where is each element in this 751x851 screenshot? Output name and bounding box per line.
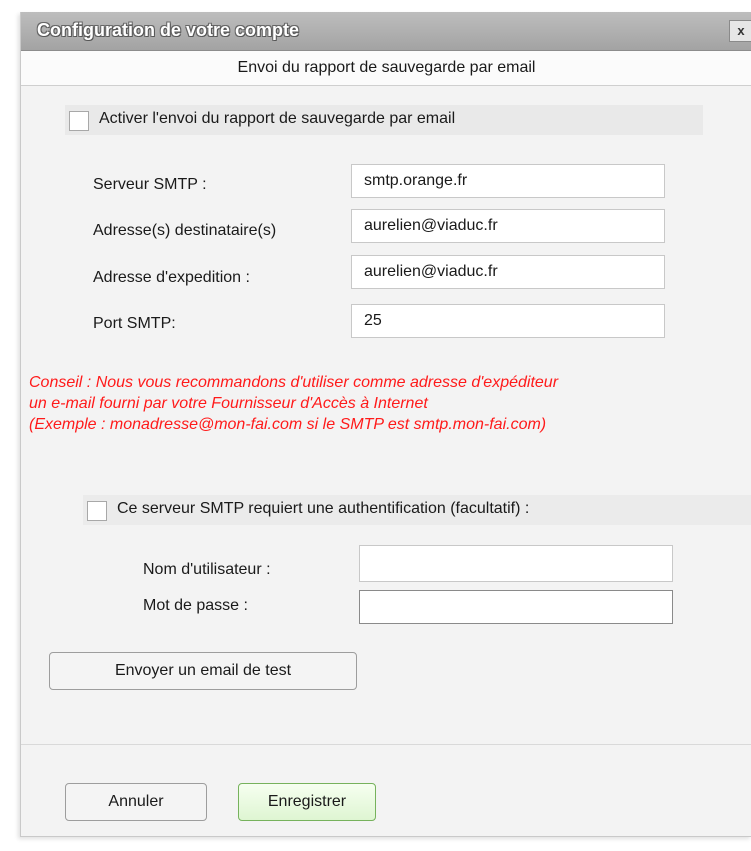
dialog-title: Configuration de votre compte bbox=[37, 20, 300, 40]
smtp-server-input[interactable] bbox=[351, 164, 665, 198]
port-input[interactable] bbox=[351, 304, 665, 338]
recipients-input[interactable] bbox=[351, 209, 665, 243]
smtp-server-label: Serveur SMTP : bbox=[93, 176, 207, 193]
account-config-dialog: Configuration de votre compte x Envoi du… bbox=[20, 12, 751, 837]
cancel-button[interactable]: Annuler bbox=[65, 783, 207, 821]
sender-input[interactable] bbox=[351, 255, 665, 289]
username-input[interactable] bbox=[359, 545, 673, 582]
smtp-advice: Conseil : Nous vous recommandons d'utili… bbox=[29, 372, 749, 435]
activate-report-row: Activer l'envoi du rapport de sauvegarde… bbox=[65, 105, 703, 135]
recipients-label: Adresse(s) destinataire(s) bbox=[93, 222, 277, 239]
advice-line: Conseil : Nous vous recommandons d'utili… bbox=[29, 374, 559, 391]
close-icon: x bbox=[737, 23, 745, 38]
footer-divider bbox=[21, 744, 751, 745]
save-button[interactable]: Enregistrer bbox=[238, 783, 376, 821]
password-label: Mot de passe : bbox=[143, 597, 248, 614]
activate-report-checkbox[interactable] bbox=[69, 111, 89, 131]
section-header: Envoi du rapport de sauvegarde par email bbox=[21, 51, 751, 86]
advice-line: un e-mail fourni par votre Fournisseur d… bbox=[29, 395, 428, 412]
send-test-email-button[interactable]: Envoyer un email de test bbox=[49, 652, 357, 690]
username-label: Nom d'utilisateur : bbox=[143, 561, 271, 578]
auth-required-row: Ce serveur SMTP requiert une authentific… bbox=[83, 495, 751, 525]
port-label: Port SMTP: bbox=[93, 315, 176, 332]
auth-required-label[interactable]: Ce serveur SMTP requiert une authentific… bbox=[117, 500, 529, 518]
auth-required-checkbox[interactable] bbox=[87, 501, 107, 521]
activate-report-label[interactable]: Activer l'envoi du rapport de sauvegarde… bbox=[99, 110, 455, 128]
close-button[interactable]: x bbox=[729, 20, 751, 42]
title-bar[interactable]: Configuration de votre compte x bbox=[21, 12, 751, 51]
sender-label: Adresse d'expedition : bbox=[93, 269, 250, 286]
advice-line: (Exemple : monadresse@mon-fai.com si le … bbox=[29, 416, 547, 433]
password-input[interactable] bbox=[359, 590, 673, 624]
